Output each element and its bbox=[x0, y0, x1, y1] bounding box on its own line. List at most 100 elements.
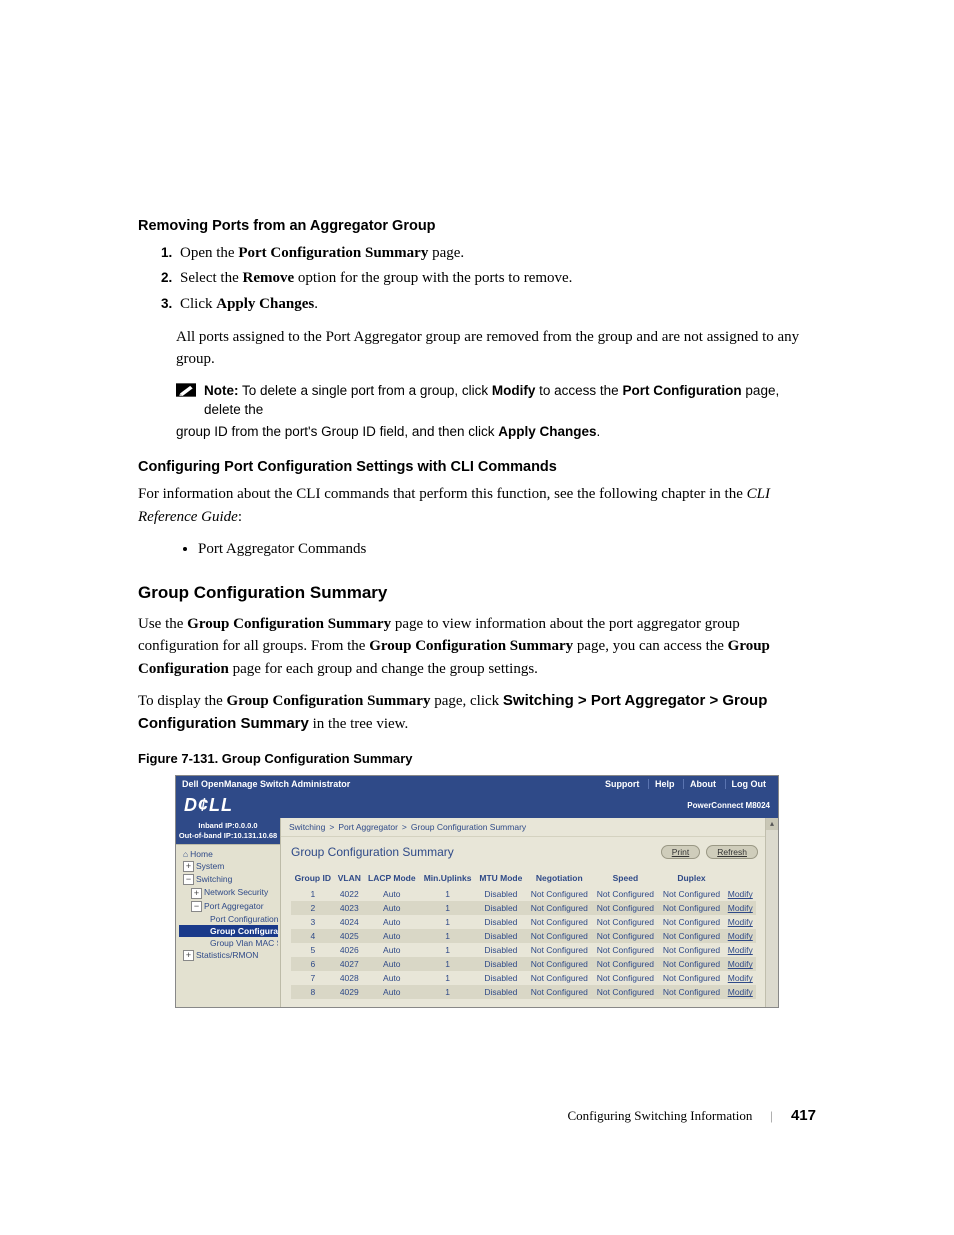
cell: Not Configured bbox=[658, 929, 724, 943]
cell: Not Configured bbox=[526, 957, 592, 971]
table-row: 24023Auto1DisabledNot ConfiguredNot Conf… bbox=[291, 901, 756, 915]
expander-icon[interactable]: + bbox=[183, 861, 194, 872]
window-title: Dell OpenManage Switch Administrator bbox=[182, 779, 599, 789]
cell: Auto bbox=[364, 943, 420, 957]
nav-help[interactable]: Help bbox=[648, 779, 681, 789]
nav-support[interactable]: Support bbox=[599, 779, 646, 789]
tree-item[interactable]: Port Configuration S bbox=[179, 913, 278, 925]
top-nav: Support Help About Log Out bbox=[599, 779, 772, 789]
step-1-bold: Port Configuration Summary bbox=[238, 245, 428, 261]
cell: Disabled bbox=[476, 957, 527, 971]
tree-item-label: Port Configuration S bbox=[210, 914, 278, 924]
cli-bullets: Port Aggregator Commands bbox=[138, 538, 816, 561]
modify-link[interactable]: Modify bbox=[725, 957, 756, 971]
cell: 8 bbox=[291, 985, 335, 999]
table-row: 74028Auto1DisabledNot ConfiguredNot Conf… bbox=[291, 971, 756, 985]
modify-link[interactable]: Modify bbox=[725, 943, 756, 957]
oob-ip: Out-of-band IP:10.131.10.68 bbox=[176, 831, 280, 841]
cell: 4023 bbox=[335, 901, 364, 915]
gcs-para-2: To display the Group Configuration Summa… bbox=[138, 690, 816, 735]
expander-icon[interactable]: + bbox=[191, 888, 202, 899]
page-footer: Configuring Switching Information | 417 bbox=[138, 1107, 816, 1124]
crumb-switching[interactable]: Switching bbox=[289, 822, 325, 832]
step-3-pre: Click bbox=[180, 296, 216, 312]
note-b2: Port Configuration bbox=[622, 383, 741, 398]
cell: 5 bbox=[291, 943, 335, 957]
cell: Disabled bbox=[476, 901, 527, 915]
tree-item[interactable]: +Statistics/RMON bbox=[179, 949, 278, 962]
tree-item[interactable]: Group Vlan MAC Su bbox=[179, 937, 278, 949]
step-3: Click Apply Changes. bbox=[176, 293, 816, 316]
cell: Not Configured bbox=[592, 929, 658, 943]
col-speed: Speed bbox=[592, 869, 658, 887]
inband-ip: Inband IP:0.0.0.0 bbox=[176, 821, 280, 831]
tree-item-label: Network Security bbox=[204, 887, 268, 897]
step-2-suf: option for the group with the ports to r… bbox=[294, 270, 572, 286]
table-row: 44025Auto1DisabledNot ConfiguredNot Conf… bbox=[291, 929, 756, 943]
modify-link[interactable]: Modify bbox=[725, 929, 756, 943]
col-group-id: Group ID bbox=[291, 869, 335, 887]
tree-item[interactable]: +Network Security bbox=[179, 886, 278, 899]
step-2: Select the Remove option for the group w… bbox=[176, 267, 816, 290]
tree-item[interactable]: −Switching bbox=[179, 873, 278, 886]
nav-logout[interactable]: Log Out bbox=[725, 779, 773, 789]
step-3-suf: . bbox=[314, 296, 318, 312]
cell: Auto bbox=[364, 929, 420, 943]
cell: 4025 bbox=[335, 929, 364, 943]
modify-link[interactable]: Modify bbox=[725, 971, 756, 985]
cell: Auto bbox=[364, 887, 420, 901]
expander-icon[interactable]: − bbox=[183, 874, 194, 885]
table-row: 34024Auto1DisabledNot ConfiguredNot Conf… bbox=[291, 915, 756, 929]
footer-page-number: 417 bbox=[791, 1107, 816, 1124]
cell: Auto bbox=[364, 985, 420, 999]
modify-link[interactable]: Modify bbox=[725, 901, 756, 915]
scroll-up-icon[interactable]: ▴ bbox=[766, 818, 778, 830]
nav-about[interactable]: About bbox=[683, 779, 722, 789]
modify-link[interactable]: Modify bbox=[725, 915, 756, 929]
cell: Not Configured bbox=[526, 915, 592, 929]
cell: Disabled bbox=[476, 985, 527, 999]
col-vlan: VLAN bbox=[335, 869, 364, 887]
cell: Auto bbox=[364, 901, 420, 915]
tree-item[interactable]: ⌂Home bbox=[179, 848, 278, 860]
cell: Disabled bbox=[476, 915, 527, 929]
col-duplex: Duplex bbox=[658, 869, 724, 887]
note-b1: Modify bbox=[492, 383, 536, 398]
cell: Not Configured bbox=[658, 943, 724, 957]
cell: 3 bbox=[291, 915, 335, 929]
breadcrumb: Switching > Port Aggregator > Group Conf… bbox=[281, 818, 778, 837]
tree-item-label: Group Configurati bbox=[210, 926, 278, 936]
refresh-button[interactable]: Refresh bbox=[706, 845, 758, 859]
modify-link[interactable]: Modify bbox=[725, 985, 756, 999]
crumb-port-aggregator[interactable]: Port Aggregator bbox=[338, 822, 398, 832]
expander-icon[interactable]: + bbox=[183, 950, 194, 961]
modify-link[interactable]: Modify bbox=[725, 887, 756, 901]
tree-item[interactable]: +System bbox=[179, 860, 278, 873]
cell: 1 bbox=[420, 957, 476, 971]
col-action bbox=[725, 869, 756, 887]
expander-icon[interactable]: − bbox=[191, 901, 202, 912]
tree-item[interactable]: −Port Aggregator bbox=[179, 900, 278, 913]
cell: Not Configured bbox=[658, 985, 724, 999]
scrollbar[interactable]: ▴ bbox=[765, 818, 778, 1007]
cell: Not Configured bbox=[592, 943, 658, 957]
tree-item[interactable]: Group Configurati bbox=[179, 925, 278, 937]
cell: 6 bbox=[291, 957, 335, 971]
table-row: 14022Auto1DisabledNot ConfiguredNot Conf… bbox=[291, 887, 756, 901]
cell: Not Configured bbox=[658, 901, 724, 915]
cell: 4027 bbox=[335, 957, 364, 971]
footer-chapter: Configuring Switching Information bbox=[567, 1108, 752, 1124]
brand-bar: D¢LL PowerConnect M8024 bbox=[176, 792, 778, 818]
cell: 1 bbox=[420, 971, 476, 985]
main-panel: ▴ Switching > Port Aggregator > Group Co… bbox=[281, 818, 778, 1007]
note-t2: to access the bbox=[535, 383, 622, 398]
t: Group Configuration Summary bbox=[187, 616, 391, 632]
home-icon: ⌂ bbox=[183, 849, 188, 859]
crumb-group-config-summary[interactable]: Group Configuration Summary bbox=[411, 822, 526, 832]
print-button[interactable]: Print bbox=[661, 845, 700, 859]
t: Group Configuration Summary bbox=[227, 693, 431, 709]
cell: Disabled bbox=[476, 929, 527, 943]
cell: Not Configured bbox=[658, 971, 724, 985]
cell: 1 bbox=[291, 887, 335, 901]
tree-item-label: Port Aggregator bbox=[204, 901, 264, 911]
